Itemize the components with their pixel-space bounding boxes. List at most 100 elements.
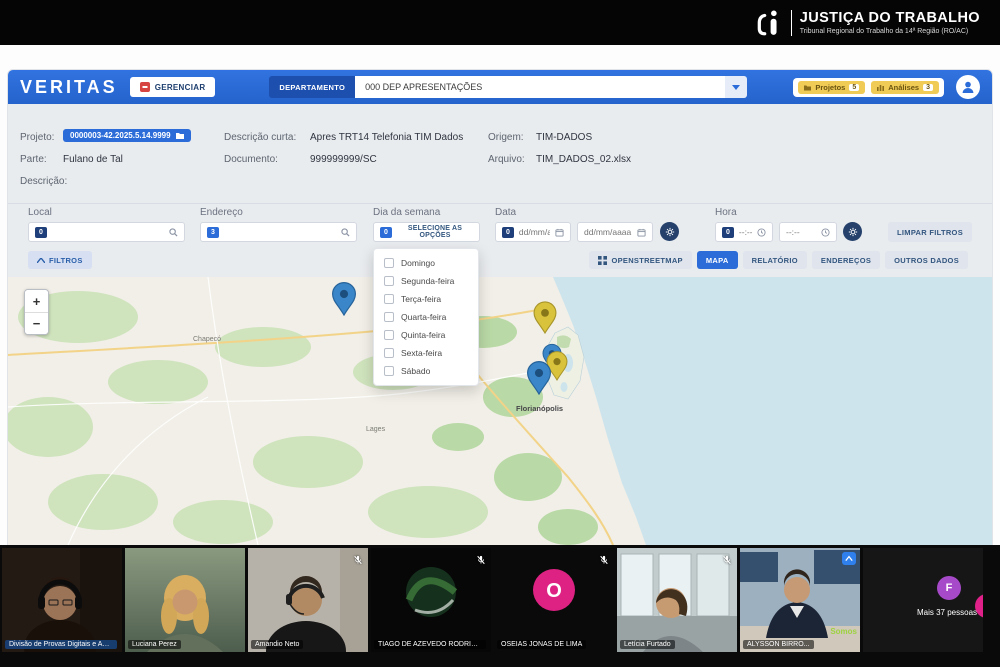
brand-text: JUSTIÇA DO TRABALHO Tribunal Regional do… xyxy=(800,10,980,35)
veritas-app-window: VERITAS GERENCIAR DEPARTAMENTO 000 DEP A… xyxy=(8,70,992,545)
checkbox-icon[interactable] xyxy=(384,276,394,286)
checkbox-icon[interactable] xyxy=(384,330,394,340)
weekday-option-domingo[interactable]: Domingo xyxy=(384,258,468,268)
limpar-filtros-button[interactable]: LIMPAR FILTROS xyxy=(888,222,972,242)
calendar-icon[interactable] xyxy=(637,228,646,237)
justica-trabalho-logo-icon xyxy=(755,9,783,37)
view-mapa-button[interactable]: MAPA xyxy=(697,251,738,269)
data-label: Data xyxy=(495,207,516,218)
checkbox-icon[interactable] xyxy=(384,366,394,376)
weekday-option-segunda[interactable]: Segunda-feira xyxy=(384,276,468,286)
data-fim-input[interactable] xyxy=(584,227,632,237)
weekday-option-sexta[interactable]: Sexta-feira xyxy=(384,348,468,358)
endereco-count-badge: 3 xyxy=(207,227,219,238)
map-canvas[interactable]: Chapecó Lages Florianópolis xyxy=(8,277,992,545)
search-icon[interactable] xyxy=(169,228,178,237)
participant-tile-tiago[interactable]: TIAGO DE AZEVEDO RODRIGUES ... xyxy=(371,548,491,652)
participant-tile-leticia[interactable]: Letícia Furtado xyxy=(617,548,737,652)
gerenciar-button[interactable]: GERENCIAR xyxy=(130,77,216,97)
view-openstreetmap-button[interactable]: OPENSTREETMAP xyxy=(589,251,691,269)
participant-tile-oseias[interactable]: O OSEIAS JONAS DE LIMA xyxy=(494,548,614,652)
zoom-out-button[interactable]: − xyxy=(25,312,48,334)
arquivo-value: TIM_DADOS_02.xlsx xyxy=(536,154,631,165)
departamento-label: DEPARTAMENTO xyxy=(269,76,355,98)
departamento-select[interactable]: DEPARTAMENTO 000 DEP APRESENTAÇÕES xyxy=(269,76,747,98)
filtros-toggle-button[interactable]: FILTROS xyxy=(28,251,92,269)
endereco-input[interactable] xyxy=(224,227,336,237)
hora-fim-group xyxy=(779,222,837,242)
checkbox-icon[interactable] xyxy=(384,258,394,268)
brand-title: JUSTIÇA DO TRABALHO xyxy=(800,10,980,26)
map-label-florianopolis: Florianópolis xyxy=(516,404,563,413)
screenshot-root: JUSTIÇA DO TRABALHO Tribunal Regional do… xyxy=(0,0,1000,667)
hora-label: Hora xyxy=(715,207,737,218)
person-icon xyxy=(961,80,975,94)
veritas-logo: VERITAS xyxy=(20,77,118,98)
spotlight-icon[interactable] xyxy=(842,552,856,565)
zoom-in-button[interactable]: + xyxy=(25,290,48,312)
brand-subtitle: Tribunal Regional do Trabalho da 14ª Reg… xyxy=(800,28,980,35)
hora-count-badge: 0 xyxy=(722,227,734,238)
hora-inicio-input[interactable] xyxy=(739,227,752,237)
gear-icon xyxy=(665,227,675,237)
checkbox-icon[interactable] xyxy=(384,294,394,304)
projetos-label: Projetos xyxy=(815,83,845,92)
weekday-option-quinta[interactable]: Quinta-feira xyxy=(384,330,468,340)
hora-settings-button[interactable] xyxy=(843,222,862,241)
gear-icon xyxy=(848,227,858,237)
calendar-icon[interactable] xyxy=(555,228,564,237)
brand-divider xyxy=(791,10,792,36)
descricao-curta-value: Apres TRT14 Telefonia TIM Dados xyxy=(310,132,463,143)
weekday-option-terca[interactable]: Terça-feira xyxy=(384,294,468,304)
view-outros-dados-button[interactable]: OUTROS DADOS xyxy=(885,251,968,269)
projeto-number-badge[interactable]: 0000003-42.2025.5.14.9999 xyxy=(63,129,191,142)
departamento-value: 000 DEP APRESENTAÇÕES xyxy=(355,76,725,98)
documento-label: Documento: xyxy=(224,154,278,165)
dia-semana-label: Dia da semana xyxy=(373,207,440,218)
participant-avatar xyxy=(371,548,491,652)
mic-muted-icon xyxy=(722,552,732,570)
weekday-option-sabado[interactable]: Sábado xyxy=(384,366,468,376)
video-filmstrip: Divisão de Provas Digitais e Apoio... Lu… xyxy=(0,545,1000,667)
checkbox-icon[interactable] xyxy=(384,348,394,358)
local-input-group: 0 xyxy=(28,222,185,242)
veritas-header: VERITAS GERENCIAR DEPARTAMENTO 000 DEP A… xyxy=(8,70,992,104)
participant-tile-amandio[interactable]: Amandio Neto xyxy=(248,548,368,652)
weekday-dropdown-panel: Domingo Segunda-feira Terça-feira Quarta… xyxy=(373,248,479,386)
participant-name: Luciana Perez xyxy=(128,640,181,649)
projeto-label: Projeto: xyxy=(20,132,54,143)
hora-fim-input[interactable] xyxy=(786,227,816,237)
search-icon[interactable] xyxy=(341,228,350,237)
data-count-badge: 0 xyxy=(502,227,514,238)
local-input[interactable] xyxy=(52,227,164,237)
participant-name: ALYSSON BIRRO... xyxy=(743,640,814,649)
user-avatar[interactable] xyxy=(956,75,980,99)
data-settings-button[interactable] xyxy=(660,222,679,241)
more-participants-tile[interactable]: F M Mais 37 pessoas xyxy=(863,548,983,652)
endereco-label: Endereço xyxy=(200,207,243,218)
filters-panel: Local Endereço Dia da semana Data Hora 0… xyxy=(8,204,992,277)
analyses-icon xyxy=(877,84,884,91)
analises-badge[interactable]: Análises 3 xyxy=(871,81,939,94)
view-relatorio-button[interactable]: RELATÓRIO xyxy=(743,251,807,269)
map-region[interactable]: Chapecó Lages Florianópolis xyxy=(8,277,992,545)
data-inicio-input[interactable] xyxy=(519,227,550,237)
map-grid-icon xyxy=(598,256,607,265)
meeting-topbar: JUSTIÇA DO TRABALHO Tribunal Regional do… xyxy=(0,0,1000,45)
chevron-down-icon[interactable] xyxy=(725,76,747,98)
projetos-badge[interactable]: Projetos 5 xyxy=(798,81,865,94)
parte-value: Fulano de Tal xyxy=(63,154,123,165)
dia-semana-select-button[interactable]: 0 SELECIONE AS OPÇÕES xyxy=(373,222,480,242)
participant-name: OSEIAS JONAS DE LIMA xyxy=(497,640,586,649)
participant-tile-luciana[interactable]: Luciana Perez xyxy=(125,548,245,652)
checkbox-icon[interactable] xyxy=(384,312,394,322)
participant-tile-divisao[interactable]: Divisão de Provas Digitais e Apoio... xyxy=(2,548,122,652)
clock-icon[interactable] xyxy=(757,228,766,237)
weekday-option-quarta[interactable]: Quarta-feira xyxy=(384,312,468,322)
view-enderecos-button[interactable]: ENDEREÇOS xyxy=(812,251,880,269)
map-label-lages: Lages xyxy=(366,426,386,433)
clock-icon[interactable] xyxy=(821,228,830,237)
participant-tile-alysson-active-speaker[interactable]: Somos ALYSSON BIRRO... xyxy=(740,548,860,652)
participant-avatar: O xyxy=(494,548,614,652)
mic-muted-icon xyxy=(353,552,363,570)
